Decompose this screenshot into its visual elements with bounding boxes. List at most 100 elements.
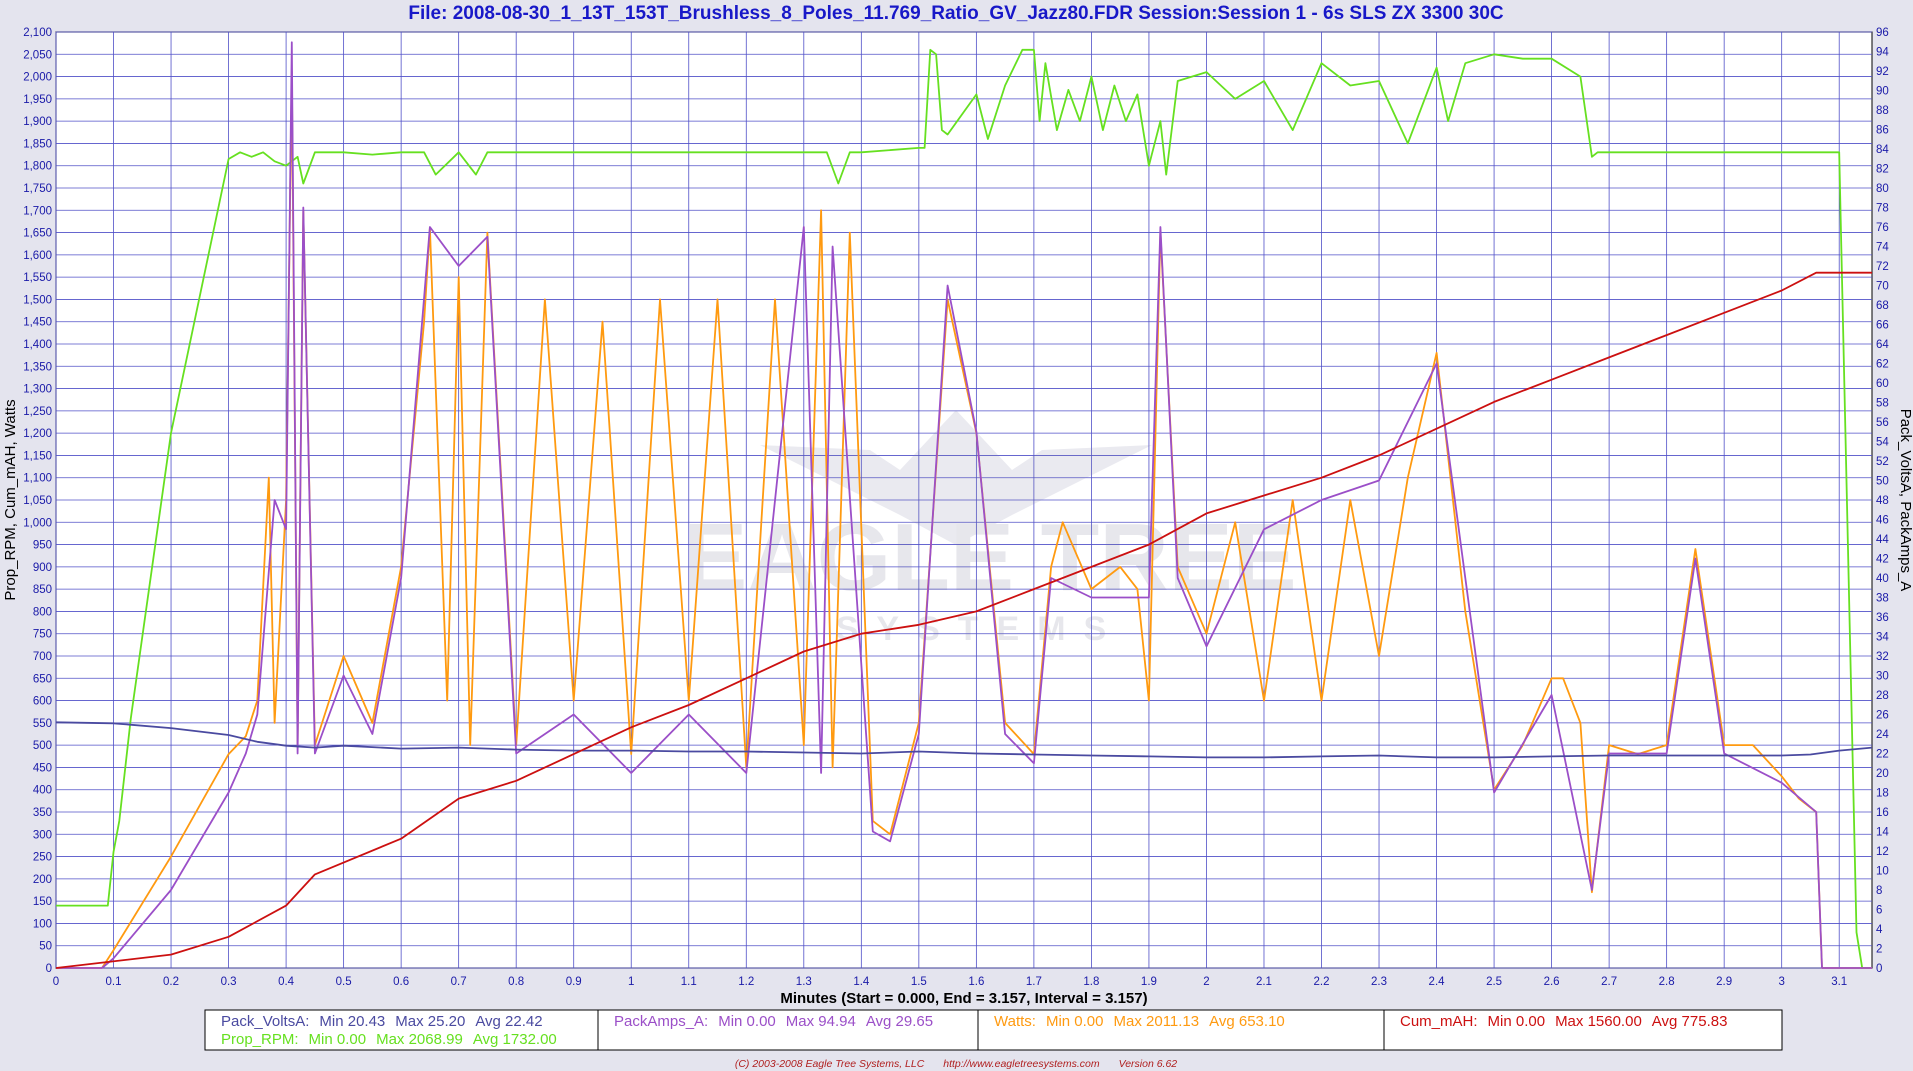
y-left-tick-label: 200 (33, 874, 52, 886)
watermark-top-text: EAGLE TREE (683, 504, 1296, 611)
legend-max: Max 25.20 (395, 1013, 465, 1030)
y-left-tick-label: 800 (33, 606, 52, 618)
y-left-tick-label: 300 (33, 829, 52, 841)
y-left-tick-label: 1,800 (23, 161, 52, 173)
y-right-tick-label: 48 (1876, 495, 1889, 507)
y-right-tick-label: 70 (1876, 281, 1889, 293)
legend-series-name: Prop_RPM: (221, 1031, 299, 1048)
y-right-tick-label: 32 (1876, 651, 1889, 663)
x-tick-label: 2.4 (1429, 976, 1446, 988)
y-right-tick-label: 10 (1876, 866, 1889, 878)
left-axis-label: Prop_RPM, Cum_mAH, Watts (2, 399, 19, 600)
legend-min: Min 0.00 (309, 1031, 367, 1048)
y-right-tick-label: 72 (1876, 261, 1889, 273)
x-tick-label: 2.8 (1659, 976, 1675, 988)
y-right-tick-label: 96 (1876, 27, 1889, 39)
chart-title: File: 2008-08-30_1_13T_153T_Brushless_8_… (408, 3, 1503, 24)
y-left-tick-label: 1,100 (23, 473, 52, 485)
legend-max: Max 94.94 (786, 1013, 856, 1030)
y-left-tick-label: 850 (33, 584, 52, 596)
x-tick-label: 2.7 (1601, 976, 1617, 988)
x-tick-label: 2.3 (1371, 976, 1387, 988)
right-axis-label: Pack_VoltsA, PackAmps_A (1897, 409, 1913, 592)
x-tick-label: 1.9 (1141, 976, 1157, 988)
y-right-tick-label: 26 (1876, 710, 1889, 722)
y-left-tick-label: 2,050 (23, 49, 52, 61)
legend-max: Max 1560.00 (1555, 1013, 1642, 1030)
y-right-tick-label: 82 (1876, 164, 1889, 176)
y-right-tick-label: 80 (1876, 183, 1889, 195)
y-right-tick-label: 0 (1876, 963, 1882, 975)
y-right-tick-label: 4 (1876, 924, 1883, 936)
y-left-tick-label: 1,700 (23, 205, 52, 217)
y-left-tick-label: 350 (33, 807, 52, 819)
y-right-tick-label: 30 (1876, 671, 1889, 683)
y-right-tick-label: 38 (1876, 593, 1889, 605)
y-right-tick-label: 40 (1876, 573, 1889, 585)
y-right-tick-label: 64 (1876, 339, 1889, 351)
y-left-tick-label: 0 (46, 963, 52, 975)
x-tick-label: 0.2 (163, 976, 179, 988)
legend-avg: Avg 1732.00 (473, 1031, 557, 1048)
legend: Pack_VoltsA: Min 20.43 Max 25.20 Avg 22.42P… (204, 1009, 1783, 1051)
legend-avg: Avg 653.10 (1209, 1013, 1285, 1030)
y-left-tick-label: 50 (39, 941, 52, 953)
legend-min: Min 0.00 (1046, 1013, 1104, 1030)
watermark-bottom-text: SYSTEMS (836, 610, 1124, 648)
y-left-tick-label: 1,350 (23, 361, 52, 373)
footer-version: Version 6.62 (1119, 1058, 1178, 1070)
y-right-tick-label: 92 (1876, 66, 1889, 78)
y-left-tick-label: 150 (33, 896, 52, 908)
legend-min: Min 0.00 (1488, 1013, 1546, 1030)
y-left-tick-label: 1,500 (23, 294, 52, 306)
x-tick-label: 0.4 (278, 976, 295, 988)
y-right-tick-label: 42 (1876, 554, 1889, 566)
legend-series-name: Cum_mAH: (1400, 1013, 1478, 1030)
x-tick-label: 1.7 (1026, 976, 1042, 988)
y-left-tick-label: 950 (33, 540, 52, 552)
legend-series-name: PackAmps_A: (614, 1013, 708, 1030)
y-right-tick-label: 46 (1876, 515, 1889, 527)
legend-entry-packamps-a: PackAmps_A: Min 0.00 Max 94.94 Avg 29.65 (614, 1013, 933, 1030)
x-tick-label: 0.3 (221, 976, 237, 988)
y-right-tick-label: 50 (1876, 476, 1889, 488)
x-tick-label: 2.1 (1256, 976, 1272, 988)
y-right-tick-label: 66 (1876, 320, 1889, 332)
y-left-tick-label: 550 (33, 718, 52, 730)
y-left-tick-label: 250 (33, 852, 52, 864)
legend-avg: Avg 775.83 (1652, 1013, 1728, 1030)
y-right-tick-label: 8 (1876, 885, 1882, 897)
y-left-tick-label: 1,150 (23, 450, 52, 462)
x-tick-label: 0.1 (106, 976, 122, 988)
y-left-tick-label: 1,250 (23, 406, 52, 418)
x-tick-label: 1.8 (1083, 976, 1099, 988)
x-tick-label: 1.6 (968, 976, 984, 988)
x-tick-label: 2.6 (1544, 976, 1560, 988)
y-right-tick-label: 2 (1876, 944, 1882, 956)
y-right-tick-label: 60 (1876, 378, 1889, 390)
y-right-tick-label: 90 (1876, 86, 1889, 98)
x-tick-label: 0.6 (393, 976, 409, 988)
chart-window: File: 2008-08-30_1_13T_153T_Brushless_8_… (0, 0, 1913, 1071)
x-tick-label: 0 (53, 976, 59, 988)
legend-entry-cum-mah: Cum_mAH: Min 0.00 Max 1560.00 Avg 775.83 (1400, 1013, 1727, 1030)
y-left-tick-label: 1,900 (23, 116, 52, 128)
x-tick-label: 1.3 (796, 976, 812, 988)
y-left-tick-label: 400 (33, 785, 52, 797)
legend-max: Max 2011.13 (1114, 1013, 1200, 1030)
y-right-tick-label: 44 (1876, 534, 1889, 546)
x-tick-label: 2.2 (1314, 976, 1330, 988)
y-right-tick-label: 36 (1876, 612, 1889, 624)
y-left-tick-label: 1,550 (23, 272, 52, 284)
y-right-tick-label: 58 (1876, 398, 1889, 410)
y-right-tick-label: 16 (1876, 807, 1889, 819)
y-left-tick-label: 1,050 (23, 495, 52, 507)
y-right-tick-label: 34 (1876, 632, 1889, 644)
y-right-tick-label: 68 (1876, 300, 1889, 312)
y-left-tick-label: 700 (33, 651, 52, 663)
y-right-tick-label: 86 (1876, 125, 1889, 137)
y-left-tick-label: 1,600 (23, 250, 52, 262)
legend-min: Min 0.00 (718, 1013, 776, 1030)
x-tick-label: 3.1 (1831, 976, 1847, 988)
y-left-tick-label: 900 (33, 562, 52, 574)
